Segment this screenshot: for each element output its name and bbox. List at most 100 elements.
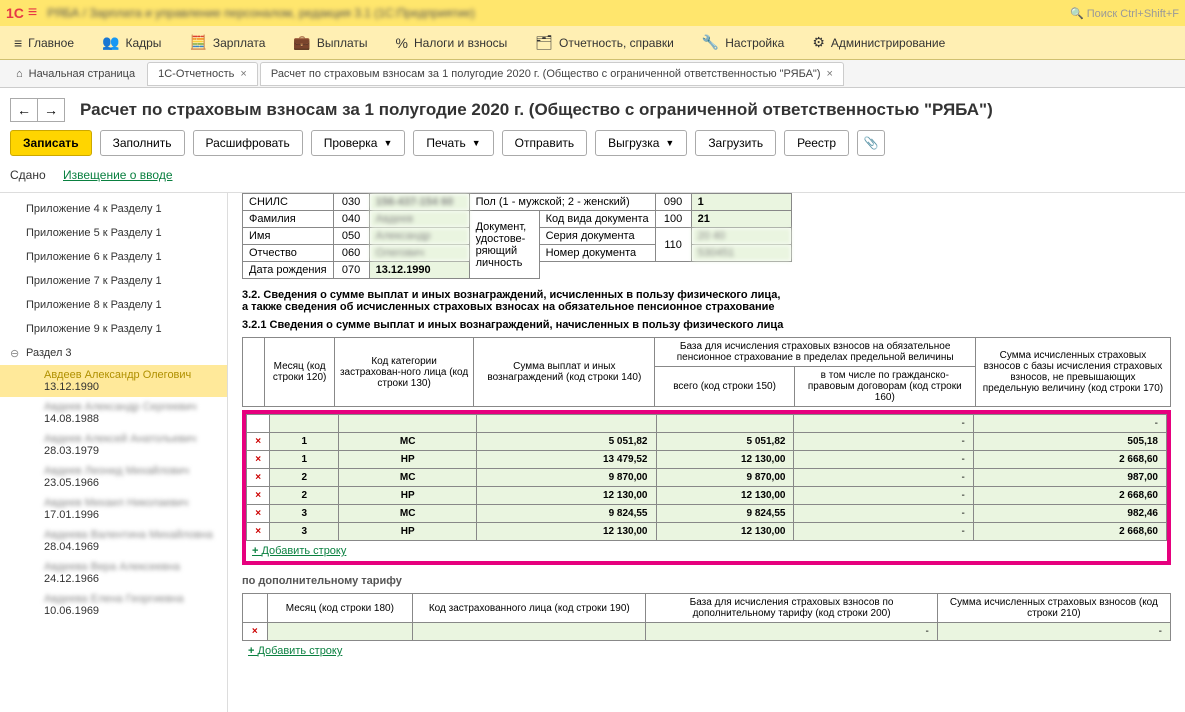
- fill-button[interactable]: Заполнить: [100, 130, 185, 156]
- table-row[interactable]: × 2МС 9 870,00 9 870,00 - 987,00: [247, 469, 1167, 487]
- table-row[interactable]: × 3НР 12 130,00 12 130,00 - 2 668,60: [247, 523, 1167, 541]
- search-input[interactable]: Поиск Ctrl+Shift+F: [1070, 7, 1179, 20]
- load-button[interactable]: Загрузить: [695, 130, 776, 156]
- menu-item[interactable]: 👥Кадры: [88, 26, 175, 59]
- sidebar-person[interactable]: Авдеев Алексей Анатольевич28.03.1979: [0, 429, 227, 461]
- person-date: 28.03.1979: [44, 445, 217, 457]
- delete-row-icon[interactable]: ×: [247, 451, 270, 469]
- section-3-2-1: 3.2.1 Сведения о сумме выплат и иных воз…: [242, 319, 1171, 331]
- table-row[interactable]: × 1НР 13 479,52 12 130,00 - 2 668,60: [247, 451, 1167, 469]
- sidebar[interactable]: Приложение 4 к Разделу 1Приложение 5 к Р…: [0, 193, 228, 712]
- tab-calc[interactable]: Расчет по страховым взносам за 1 полугод…: [260, 62, 844, 86]
- print-button[interactable]: Печать▼: [413, 130, 493, 156]
- menu-item[interactable]: 💼Выплаты: [279, 26, 381, 59]
- person-name: Авдеева Вера Алексеевна: [44, 561, 217, 573]
- back-button[interactable]: ←: [10, 98, 38, 122]
- sidebar-person[interactable]: Авдеев Михаил Николаевич17.01.1996: [0, 493, 227, 525]
- menu-label: Зарплата: [213, 36, 266, 50]
- toolbar: Записать Заполнить Расшифровать Проверка…: [0, 126, 1185, 164]
- sidebar-person[interactable]: Авдеев Александр Олегович13.12.1990: [0, 365, 227, 397]
- payments-header-table: Месяц (код строки 120) Код категории зас…: [242, 337, 1171, 407]
- menu-item[interactable]: 🧮 Зарплата: [175, 26, 279, 59]
- add-row-link[interactable]: Добавить строку: [246, 541, 352, 561]
- sidebar-item[interactable]: Приложение 9 к Разделу 1: [0, 317, 227, 341]
- home-icon: ⌂: [16, 68, 23, 80]
- add-row-link[interactable]: Добавить строку: [242, 641, 348, 661]
- sidebar-item[interactable]: Приложение 8 к Разделу 1: [0, 293, 227, 317]
- person-name: Авдеев Александр Сергеевич: [44, 401, 217, 413]
- registry-button[interactable]: Реестр: [784, 130, 849, 156]
- check-button[interactable]: Проверка▼: [311, 130, 406, 156]
- sidebar-item[interactable]: Приложение 4 к Разделу 1: [0, 197, 227, 221]
- chevron-down-icon: ▼: [472, 138, 481, 148]
- sidebar-item[interactable]: Приложение 5 к Разделу 1: [0, 221, 227, 245]
- tab-bar: ⌂ Начальная страница 1С-Отчетность × Рас…: [0, 60, 1185, 88]
- main-area[interactable]: СНИЛС030156-437-154 60 Пол (1 - мужской;…: [228, 193, 1185, 712]
- person-date: 17.01.1996: [44, 509, 217, 521]
- menu-item[interactable]: ≡ Главное: [0, 26, 88, 59]
- page-title: Расчет по страховым взносам за 1 полугод…: [80, 100, 993, 120]
- sidebar-person[interactable]: Авдеева Вера Алексеевна24.12.1966: [0, 557, 227, 589]
- menu-icon: 🧮: [189, 34, 206, 51]
- menu-label: Выплаты: [317, 36, 368, 50]
- tab-reporting[interactable]: 1С-Отчетность ×: [147, 62, 258, 86]
- delete-row-icon[interactable]: ×: [247, 523, 270, 541]
- person-date: 23.05.1966: [44, 477, 217, 489]
- menu-icon: 👥: [102, 34, 119, 51]
- attach-button[interactable]: 📎: [857, 130, 885, 156]
- menu-item[interactable]: 🗂Отчетность, справки: [521, 26, 688, 59]
- additional-tariff-label: по дополнительному тарифу: [242, 575, 1171, 587]
- table-row[interactable]: × 1МС 5 051,82 5 051,82 - 505,18: [247, 433, 1167, 451]
- write-button[interactable]: Записать: [10, 130, 92, 156]
- menu-item[interactable]: ⚙ Администрирование: [798, 26, 959, 59]
- content: Приложение 4 к Разделу 1Приложение 5 к Р…: [0, 192, 1185, 712]
- delete-row-icon[interactable]: ×: [247, 469, 270, 487]
- menu-label: Администрирование: [831, 36, 945, 50]
- person-name: Авдеев Александр Олегович: [44, 369, 217, 381]
- sidebar-section-3[interactable]: Раздел 3: [0, 341, 227, 365]
- chevron-down-icon: ▼: [383, 138, 392, 148]
- delete-row-icon[interactable]: ×: [247, 505, 270, 523]
- person-date: 24.12.1966: [44, 573, 217, 585]
- person-name: Авдеев Леонид Михайлович: [44, 465, 217, 477]
- send-button[interactable]: Отправить: [502, 130, 588, 156]
- menu-item[interactable]: %Налоги и взносы: [382, 26, 522, 59]
- table-row[interactable]: × 2НР 12 130,00 12 130,00 - 2 668,60: [247, 487, 1167, 505]
- delete-row-icon[interactable]: ×: [247, 433, 270, 451]
- chevron-down-icon: ▼: [665, 138, 674, 148]
- tab-home[interactable]: ⌂ Начальная страница: [6, 62, 145, 86]
- menu-label: Настройка: [725, 36, 784, 50]
- tab-label: Расчет по страховым взносам за 1 полугод…: [271, 68, 821, 80]
- sidebar-person[interactable]: Авдеева Елена Георгиевна10.06.1969: [0, 589, 227, 621]
- sidebar-person[interactable]: Авдеева Валентина Михайловна28.04.1969: [0, 525, 227, 557]
- menu-label: Главное: [28, 36, 74, 50]
- unload-button[interactable]: Выгрузка▼: [595, 130, 687, 156]
- app-logo: 1С: [6, 5, 24, 21]
- sidebar-item[interactable]: Приложение 6 к Разделу 1: [0, 245, 227, 269]
- decode-button[interactable]: Расшифровать: [193, 130, 303, 156]
- sidebar-item[interactable]: Приложение 7 к Разделу 1: [0, 269, 227, 293]
- menu-icon: 🗂: [535, 34, 553, 51]
- menu-icon: ⚙: [812, 34, 825, 51]
- burger-icon[interactable]: ≡: [28, 4, 37, 22]
- table-row[interactable]: × 3МС 9 824,55 9 824,55 - 982,46: [247, 505, 1167, 523]
- tab-label: Начальная страница: [29, 68, 135, 80]
- paperclip-icon: 📎: [864, 136, 879, 150]
- menu-label: Налоги и взносы: [414, 36, 507, 50]
- status-line: Сдано Извещение о вводе: [0, 164, 1185, 192]
- delete-row-icon[interactable]: ×: [243, 623, 268, 641]
- close-icon[interactable]: ×: [240, 68, 246, 80]
- close-icon[interactable]: ×: [826, 68, 832, 80]
- titlebar: 1С ≡ РЯБА / Зарплата и управление персон…: [0, 0, 1185, 26]
- menu-item[interactable]: 🔧Настройка: [688, 26, 799, 59]
- person-date: 10.06.1969: [44, 605, 217, 617]
- sidebar-person[interactable]: Авдеев Александр Сергеевич14.08.1988: [0, 397, 227, 429]
- forward-button[interactable]: →: [37, 98, 65, 122]
- notice-link[interactable]: Извещение о вводе: [63, 168, 173, 182]
- menu-icon: ≡: [14, 35, 22, 51]
- delete-row-icon[interactable]: ×: [247, 487, 270, 505]
- person-date: 13.12.1990: [44, 381, 217, 393]
- highlighted-rows: -- × 1МС 5 051,82 5 051,82 - 505,18 × 1Н…: [242, 410, 1171, 565]
- person-name: Авдеева Елена Георгиевна: [44, 593, 217, 605]
- sidebar-person[interactable]: Авдеев Леонид Михайлович23.05.1966: [0, 461, 227, 493]
